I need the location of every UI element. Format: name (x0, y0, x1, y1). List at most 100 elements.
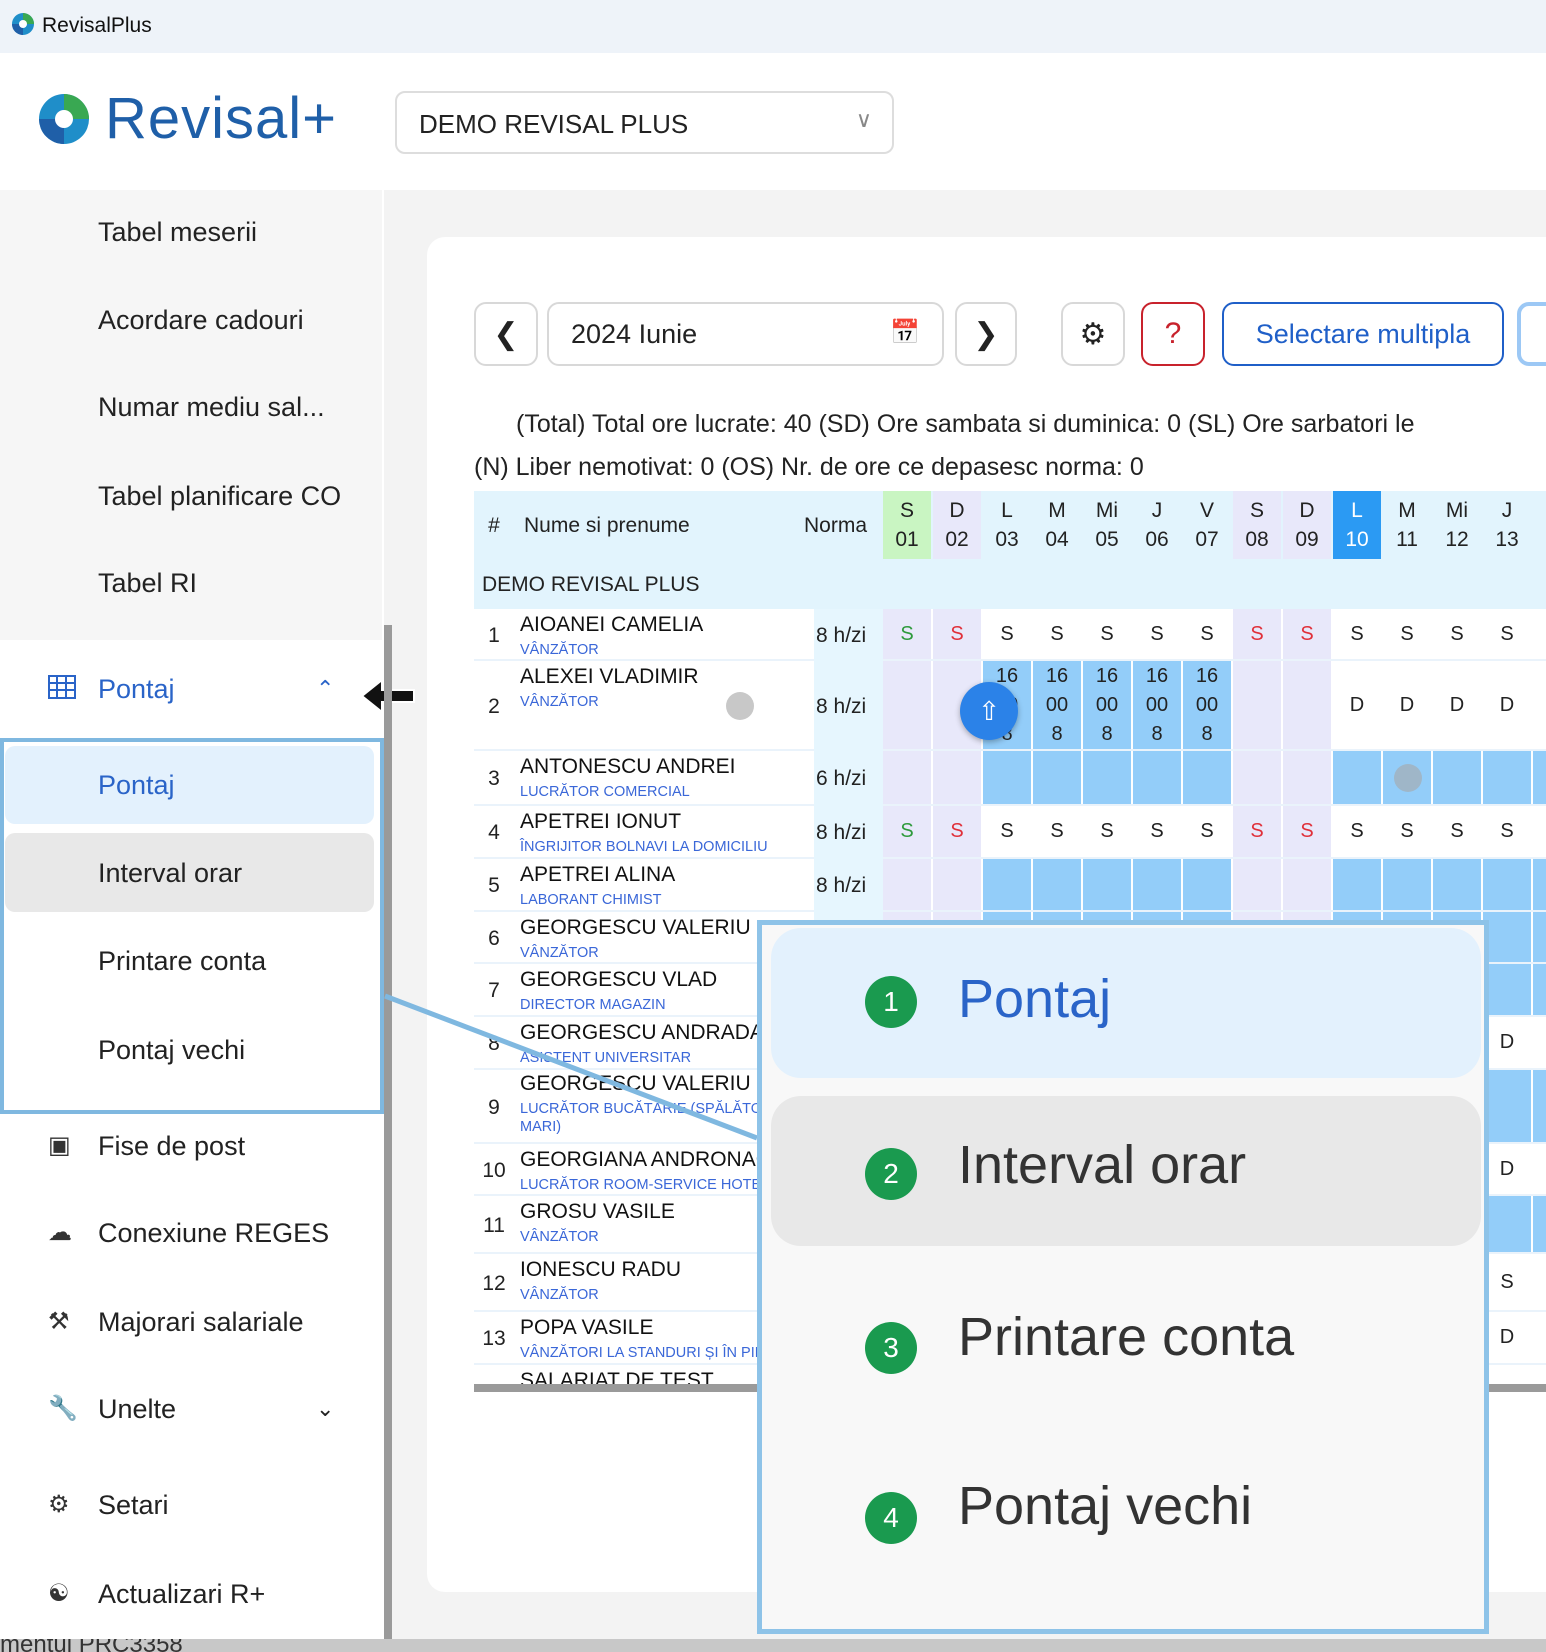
company-select[interactable]: DEMO REVISAL PLUS ∨ (395, 91, 894, 154)
day-cell[interactable] (883, 751, 931, 804)
day-cell[interactable] (883, 661, 931, 749)
day-cell[interactable] (1033, 751, 1081, 804)
day-cell[interactable] (1283, 751, 1331, 804)
day-cell[interactable]: S (983, 609, 1031, 659)
day-cell[interactable]: S (883, 609, 931, 659)
employee-name[interactable]: ALEXEI VLADIMIR (520, 665, 699, 689)
day-cell[interactable] (983, 859, 1031, 910)
settings-button[interactable]: ⚙ (1061, 302, 1125, 366)
day-cell[interactable]: S (1183, 806, 1231, 857)
day-cell[interactable] (1483, 964, 1531, 1015)
day-cell[interactable]: S (933, 806, 981, 857)
day-cell[interactable]: S (1233, 609, 1281, 659)
day-cell[interactable]: 16 00 8 (1083, 661, 1131, 749)
day-cell[interactable] (1033, 859, 1081, 910)
submenu-item-pontaj[interactable]: Pontaj (0, 765, 382, 805)
employee-name[interactable]: POPA VASILE (520, 1316, 653, 1340)
day-cell[interactable] (1483, 912, 1531, 962)
employee-name[interactable]: APETREI ALINA (520, 863, 675, 887)
day-cell[interactable] (1483, 859, 1531, 910)
day-header-01[interactable]: S 01 (883, 491, 931, 559)
day-cell[interactable]: S (1133, 806, 1181, 857)
day-header-04[interactable]: M 04 (1033, 491, 1081, 559)
prev-month-button[interactable]: ❮ (474, 302, 538, 366)
day-cell[interactable]: S (1183, 609, 1231, 659)
day-header-05[interactable]: Mi 05 (1083, 491, 1131, 559)
sidebar-item-acordare-cadouri[interactable]: Acordare cadouri (0, 300, 382, 340)
day-cell[interactable] (883, 859, 931, 910)
day-cell[interactable] (1283, 661, 1331, 749)
day-cell[interactable]: S (1483, 806, 1531, 857)
day-cell[interactable]: S (883, 806, 931, 857)
day-header-13[interactable]: J 13 (1483, 491, 1531, 559)
day-cell[interactable] (1533, 751, 1546, 804)
day-header-03[interactable]: L 03 (983, 491, 1031, 559)
day-cell[interactable]: S (1333, 609, 1381, 659)
sidebar-group-pontaj[interactable]: Pontaj ⌃ (0, 669, 382, 709)
day-cell[interactable] (983, 751, 1031, 804)
sidebar-item-setari[interactable]: ⚙ Setari (0, 1485, 382, 1525)
day-cell[interactable]: D (1533, 661, 1546, 749)
day-header-08[interactable]: S 08 (1233, 491, 1281, 559)
day-cell[interactable]: S (1033, 806, 1081, 857)
day-cell[interactable] (1083, 751, 1131, 804)
day-cell[interactable] (933, 751, 981, 804)
day-cell[interactable]: S (1133, 609, 1181, 659)
day-cell[interactable] (1533, 1070, 1546, 1142)
day-cell[interactable] (933, 859, 981, 910)
day-cell[interactable] (1133, 751, 1181, 804)
sidebar-item-majorari-salariale[interactable]: ⚒ Majorari salariale (0, 1302, 382, 1342)
day-cell[interactable]: D (1483, 1144, 1531, 1194)
day-cell[interactable] (1233, 751, 1281, 804)
day-header-10[interactable]: L 10 (1333, 491, 1381, 559)
employee-name[interactable]: AIOANEI CAMELIA (520, 613, 703, 637)
day-cell[interactable]: S (1383, 806, 1431, 857)
day-cell[interactable] (1333, 751, 1381, 804)
day-cell[interactable] (1183, 751, 1231, 804)
day-cell[interactable]: S (1083, 609, 1131, 659)
day-cell[interactable]: 16 00 8 (1133, 661, 1181, 749)
multi-select-button[interactable]: Selectare multipla (1222, 302, 1504, 366)
day-cell[interactable] (1183, 859, 1231, 910)
employee-name[interactable]: GEORGESCU VLAD (520, 968, 717, 992)
day-cell[interactable]: D (1533, 1017, 1546, 1068)
day-cell[interactable]: S (1333, 806, 1381, 857)
day-cell[interactable]: S (1483, 1254, 1531, 1310)
day-cell[interactable]: D (1433, 661, 1481, 749)
day-cell[interactable]: S (1283, 806, 1331, 857)
day-cell[interactable] (1433, 859, 1481, 910)
day-cell[interactable]: S (1083, 806, 1131, 857)
day-header-02[interactable]: D 02 (933, 491, 981, 559)
header-norma[interactable]: Norma (804, 491, 884, 559)
sidebar-item-numar-mediu[interactable]: Numar mediu sal... (0, 387, 382, 427)
employee-name[interactable]: APETREI IONUT (520, 810, 681, 834)
help-button[interactable]: ? (1141, 302, 1205, 366)
day-cell[interactable]: S (1233, 806, 1281, 857)
submenu-item-pontaj-vechi[interactable]: Pontaj vechi (0, 1030, 382, 1070)
day-cell[interactable] (1233, 859, 1281, 910)
day-cell[interactable] (1533, 912, 1546, 962)
day-cell[interactable]: D (1483, 1017, 1531, 1068)
extra-button[interactable] (1517, 302, 1546, 366)
day-cell[interactable]: S (1533, 806, 1546, 857)
day-cell[interactable] (1283, 859, 1331, 910)
sidebar-item-tabel-meserii[interactable]: Tabel meserii (0, 212, 382, 252)
day-cell[interactable]: S (983, 806, 1031, 857)
day-cell[interactable]: 16 00 8 (1033, 661, 1081, 749)
day-cell[interactable]: S (933, 609, 981, 659)
day-cell[interactable]: D (1383, 661, 1431, 749)
submenu-item-interval-orar[interactable]: Interval orar (0, 853, 382, 893)
sidebar-item-actualizari[interactable]: ☯ Actualizari R+ (0, 1574, 382, 1614)
employee-name[interactable]: IONESCU RADU (520, 1258, 681, 1282)
submenu-item-printare-conta[interactable]: Printare conta (0, 941, 382, 981)
header-name[interactable]: Nume si prenume (524, 491, 724, 559)
sidebar-item-tabel-planificare-co[interactable]: Tabel planificare CO (0, 476, 382, 516)
day-cell[interactable] (1083, 859, 1131, 910)
employee-name[interactable]: GROSU VASILE (520, 1200, 675, 1224)
sidebar-item-fise-de-post[interactable]: ▣ Fise de post (0, 1126, 382, 1166)
day-cell[interactable]: D (1533, 1312, 1546, 1363)
sidebar-item-unelte[interactable]: 🔧 Unelte ⌄ (0, 1389, 382, 1429)
sidebar-scrollbar[interactable] (384, 625, 392, 1639)
day-header-09[interactable]: D 09 (1283, 491, 1331, 559)
day-cell[interactable] (1383, 859, 1431, 910)
